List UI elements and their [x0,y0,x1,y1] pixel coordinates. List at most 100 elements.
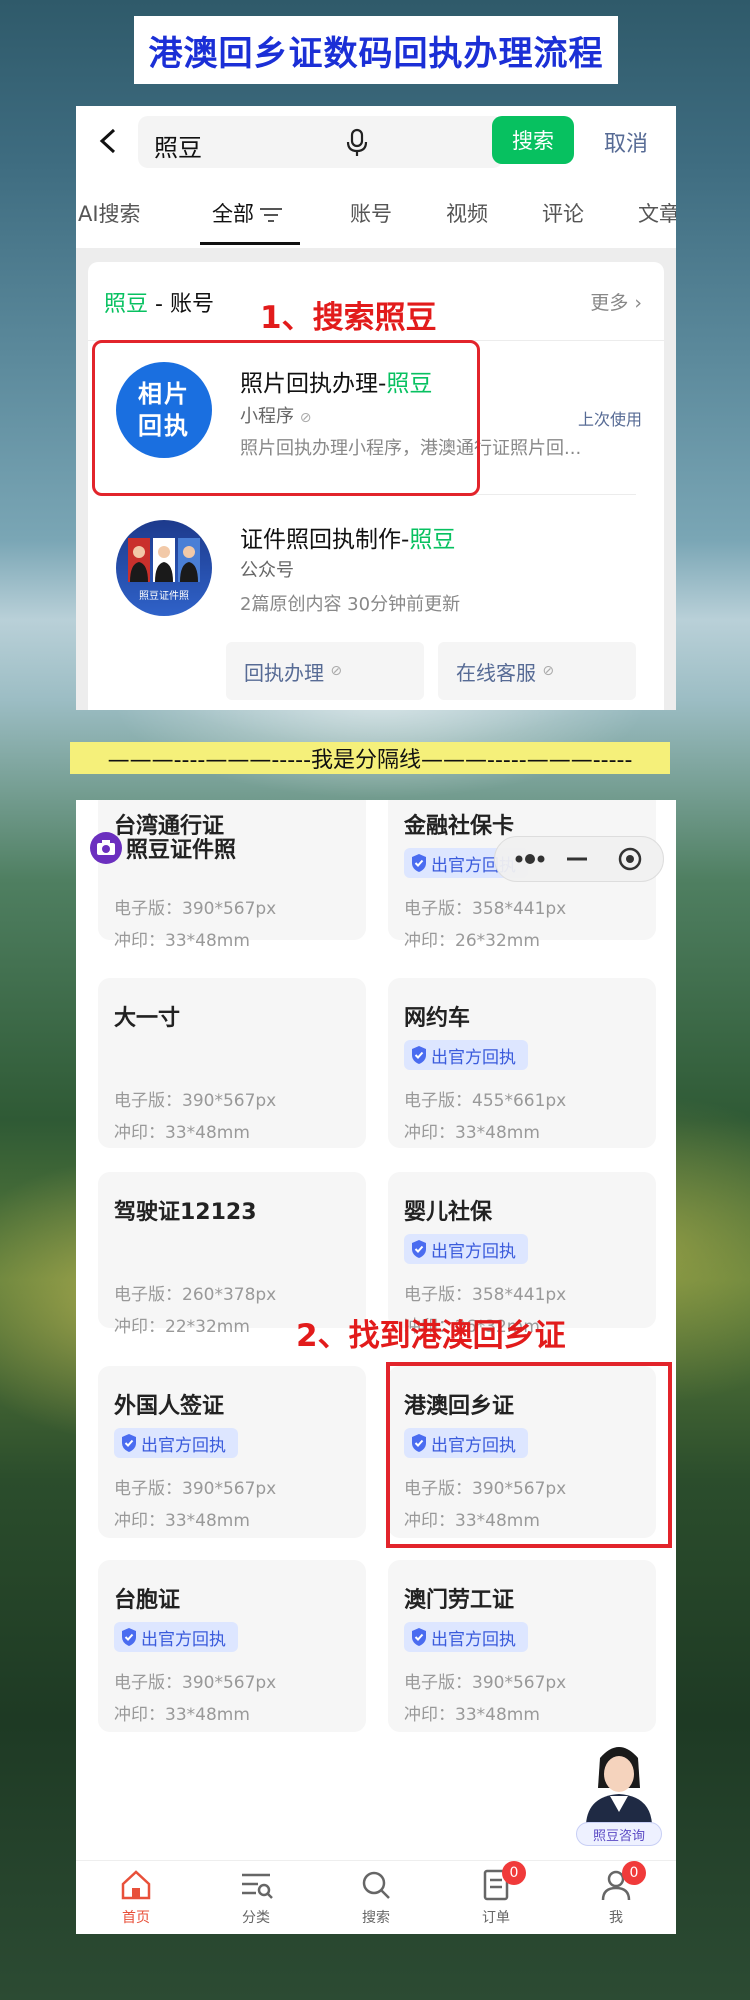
badge-label: 出官方回执 [141,1629,226,1650]
print-size: 冲印：33*48mm [114,931,250,951]
me-count-badge: 0 [622,1861,646,1885]
document-type-card[interactable]: 驾驶证12123 电子版：260*378px 冲印：22*32mm [98,1172,366,1337]
tabbar-me-label: 我 [609,1910,623,1926]
print-size: 冲印：33*48mm [114,1123,250,1143]
print-size: 冲印：26*32mm [404,931,540,951]
page-title: 港澳回乡证数码回执办理流程 [148,33,604,74]
receipt-service-button[interactable]: 回执办理 ⊘ [226,642,424,700]
digital-size: 电子版：358*441px [404,899,567,919]
card-title: 外国人签证 [114,1394,225,1419]
more-dots-icon[interactable] [513,849,547,869]
person-photo-icon [153,538,175,582]
category-icon [242,1873,273,1899]
assistant-widget[interactable]: 照豆咨询 [576,1738,662,1848]
tab-account[interactable]: 账号 [350,198,392,228]
account-avatar: 照豆证件照 [116,520,212,616]
tab-ai-search[interactable]: AI搜索 [78,198,141,228]
person-photo-icon [128,538,150,582]
print-size: 冲印：33*48mm [114,1511,250,1531]
separator-bar: ———----———-----我是分隔线———-----———----- [70,742,670,774]
digital-size: 电子版：390*567px [114,1091,277,1111]
last-used-badge: 上次使用 [577,410,642,429]
close-target-icon[interactable] [617,846,643,872]
search-tabs: AI搜索 全部 账号 视频 评论 文章 [76,176,676,248]
highlight-box-miniprogram [92,340,480,496]
print-size: 冲印：33*48mm [114,1705,250,1725]
chevron-right-icon: › [634,292,642,314]
document-type-card[interactable]: 台湾通行证 电子版：390*567px 冲印：33*48mm [98,800,366,951]
step2-annotation: 2、找到港澳回乡证 [296,1318,566,1354]
card-title: 婴儿社保 [404,1200,493,1225]
badge-label: 出官方回执 [431,1047,516,1068]
shield-check-icon [412,1046,426,1064]
search-query: 照豆 [154,134,202,162]
tabbar-home[interactable]: 首页 [96,1867,176,1927]
official-receipt-badge: 出官方回执 [114,1622,238,1652]
shield-check-icon [412,854,426,872]
step1-annotation: 1、搜索照豆 [260,300,437,336]
cancel-button[interactable]: 取消 [604,126,648,158]
document-type-card[interactable]: 婴儿社保 出官方回执 电子版：358*441px 冲印：26*32mm [388,1172,656,1337]
document-type-card[interactable]: 台胞证 出官方回执 电子版：390*567px 冲印：33*48mm [98,1560,366,1732]
official-receipt-badge: 出官方回执 [404,1234,528,1264]
receipt-service-label: 回执办理 [244,660,324,685]
digital-size: 电子版：390*567px [404,1673,567,1693]
shield-check-icon [122,1628,136,1646]
search-bar: 照豆 搜索 取消 [76,106,676,176]
digital-size: 电子版：260*378px [114,1285,277,1305]
digital-size: 电子版：358*441px [404,1285,567,1305]
card-title: 澳门劳工证 [404,1588,515,1613]
miniprogram-brand: 照豆证件照 [90,830,236,866]
badge-label: 出官方回执 [141,1435,226,1456]
document-type-card[interactable]: 澳门劳工证 出官方回执 电子版：390*567px 冲印：33*48mm [388,1560,656,1732]
assistant-avatar-icon [586,1747,652,1824]
section-label: - 账号 [148,292,214,317]
card-title: 大一寸 [114,1006,181,1031]
more-link[interactable]: 更多 › [590,288,642,315]
document-type-card[interactable]: 网约车出官方回执电子版：455*661px 冲印：33*48mm [388,978,656,1148]
title-banner: 港澳回乡证数码回执办理流程 [134,16,618,84]
card-title: 网约车 [404,1006,471,1031]
tabbar-search[interactable]: 搜索 [336,1867,416,1927]
miniprogram-capsule [494,836,664,882]
assistant-label: 照豆咨询 [576,1822,662,1846]
filter-icon[interactable] [260,207,282,223]
shield-check-icon [412,1628,426,1646]
digital-size: 电子版：455*661px [404,1091,567,1111]
tabbar-orders[interactable]: 订单 0 [456,1861,536,1927]
result-title: 证件照回执制作-照豆 [240,520,455,554]
tab-article[interactable]: 文章 [638,198,676,228]
minimize-icon[interactable] [565,849,589,869]
search-input[interactable]: 照豆 [138,116,503,168]
avatar-label: 照豆证件照 [139,591,189,602]
tabbar-category-label: 分类 [242,1910,270,1926]
back-arrow-icon[interactable] [94,126,124,156]
bottom-tabbar: 首页 分类 搜索 订单 0 我 0 [76,1860,676,1934]
search-button[interactable]: 搜索 [492,116,574,164]
section-heading: 照豆 - 账号 [104,286,214,318]
shield-check-icon [122,1434,136,1452]
tab-all[interactable]: 全部 [212,198,282,228]
digital-size: 电子版：390*567px [114,899,277,919]
official-receipt-badge: 出官方回执 [114,1428,238,1458]
tabbar-me[interactable]: 我 0 [576,1861,656,1927]
result-title-keyword: 照豆 [409,527,456,553]
digital-size: 电子版：390*567px [114,1673,277,1693]
result-meta: 2篇原创内容 30分钟前更新 [240,594,461,615]
official-receipt-badge: 出官方回执 [404,1040,528,1070]
document-type-card[interactable]: 外国人签证出官方回执电子版：390*567px 冲印：33*48mm [98,1366,366,1538]
online-support-button[interactable]: 在线客服 ⊘ [438,642,636,700]
order-count-badge: 0 [502,1861,526,1885]
print-size: 冲印：33*48mm [404,1123,540,1143]
tab-video[interactable]: 视频 [446,198,488,228]
camera-icon [97,840,115,855]
digital-size: 电子版：390*567px [114,1479,277,1499]
search-icon [362,1871,390,1899]
tab-comment[interactable]: 评论 [542,198,584,228]
tabbar-category[interactable]: 分类 [216,1867,296,1927]
link-icon: ⊘ [330,663,343,679]
online-support-label: 在线客服 [456,660,536,685]
official-receipt-badge: 出官方回执 [404,1622,528,1652]
document-type-card[interactable]: 大一寸电子版：390*567px 冲印：33*48mm [98,978,366,1148]
microphone-icon[interactable] [343,128,371,158]
